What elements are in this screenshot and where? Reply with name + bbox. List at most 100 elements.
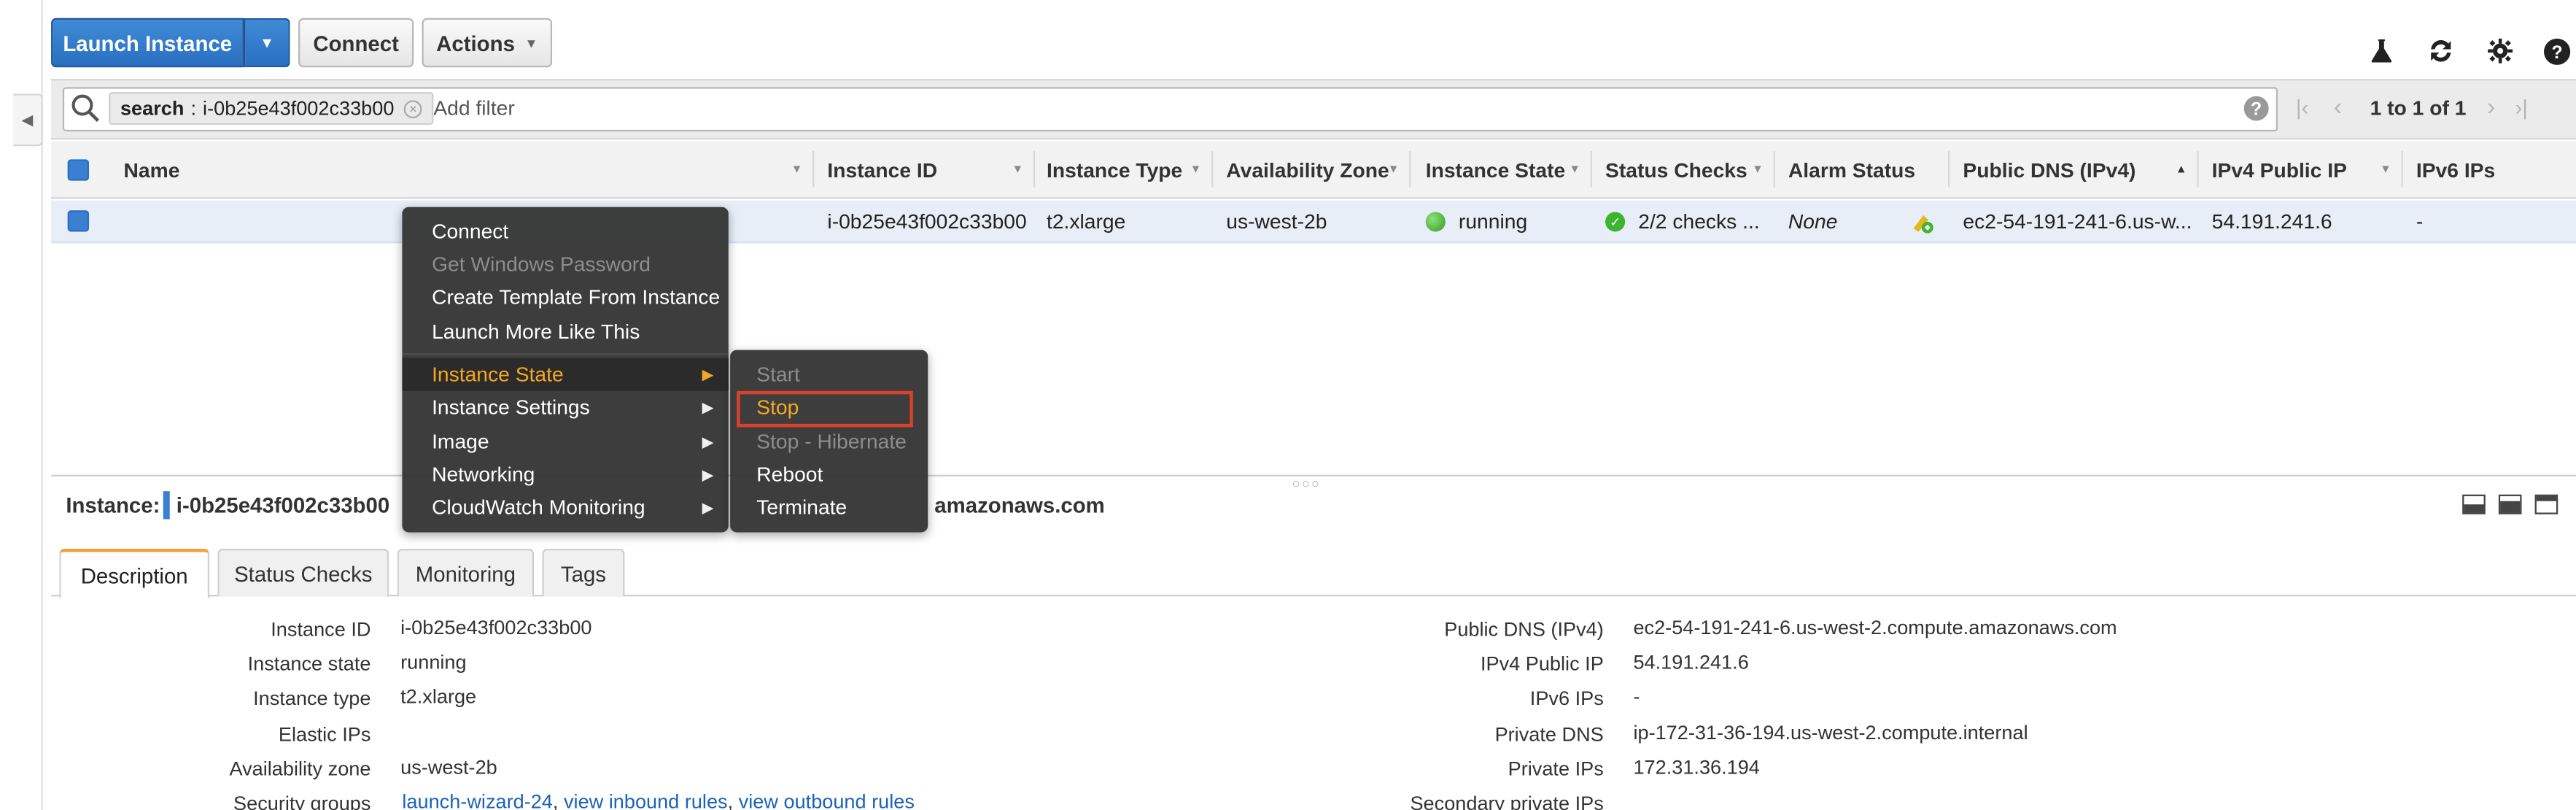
actions-button[interactable]: Actions ▼: [422, 18, 553, 68]
prev-page-icon[interactable]: ‹: [2334, 93, 2342, 121]
menu-item-get-windows-password[interactable]: Get Windows Password: [432, 248, 651, 281]
col-availability-zone[interactable]: Availability Zone: [1226, 142, 1389, 199]
submenu-item-start[interactable]: Start: [756, 358, 800, 391]
field-label: Instance state: [247, 652, 371, 676]
launch-dropdown-button[interactable]: ▼: [244, 18, 290, 68]
cell-status-checks: 2/2 checks ...: [1638, 210, 1760, 234]
cell-availability-zone: us-west-2b: [1226, 210, 1327, 234]
token-separator: :: [190, 96, 197, 120]
field-value: t2.xlarge: [400, 684, 477, 709]
cell-alarm-status: None: [1788, 210, 1838, 234]
add-filter-input[interactable]: Add filter: [433, 97, 515, 120]
col-name[interactable]: Name: [123, 142, 179, 199]
refresh-icon[interactable]: [2424, 34, 2457, 67]
col-ipv6-ips[interactable]: IPv6 IPs: [2416, 142, 2495, 199]
field-label: Private IPs: [1508, 757, 1604, 781]
sort-asc-icon: ▲: [2175, 164, 2187, 176]
field-value: ec2-54-191-241-6.us-west-2.compute.amazo…: [1633, 616, 2117, 639]
drag-handle-icon[interactable]: ○○○: [1292, 477, 1322, 491]
tab-status-checks[interactable]: Status Checks: [217, 549, 389, 597]
cell-ipv6-ips: -: [2416, 210, 2424, 234]
instance-id-title: i-0b25e43f002c33b00: [176, 493, 390, 518]
field-value: running: [400, 650, 467, 674]
help-icon[interactable]: ?: [2540, 34, 2572, 67]
menu-item-create-template[interactable]: Create Template From Instance: [432, 281, 720, 314]
cell-public-dns: ec2-54-191-241-6.us-w...: [1963, 210, 2192, 234]
col-alarm-status[interactable]: Alarm Status: [1788, 142, 1915, 199]
layout-bottom-icon[interactable]: [2462, 494, 2486, 514]
sort-icon: ▼: [1569, 164, 1581, 176]
menu-item-cloudwatch-monitoring[interactable]: CloudWatch Monitoring: [432, 491, 645, 524]
security-group-link[interactable]: launch-wizard-24: [402, 790, 553, 810]
submenu-item-terminate[interactable]: Terminate: [756, 491, 847, 524]
submenu-arrow-icon: ▶: [702, 499, 714, 516]
submenu-arrow-icon: ▶: [702, 399, 714, 416]
first-page-icon[interactable]: |‹: [2296, 96, 2308, 120]
col-ipv4-public-ip[interactable]: IPv4 Public IP: [2212, 142, 2347, 199]
submenu-arrow-icon: ▶: [702, 433, 714, 450]
token-value: i-0b25e43f002c33b00: [203, 96, 395, 120]
field-label: Secondary private IPs: [1410, 792, 1604, 810]
sort-icon: ▼: [2380, 164, 2391, 176]
submenu-arrow-icon: ▶: [702, 366, 714, 383]
collapse-nav-button[interactable]: ◀: [13, 93, 43, 147]
tab-tags[interactable]: Tags: [542, 549, 625, 597]
cell-ipv4-public-ip: 54.191.241.6: [2211, 210, 2332, 234]
instance-title-suffix: amazonaws.com: [934, 493, 1105, 518]
menu-item-networking[interactable]: Networking: [432, 458, 535, 491]
last-page-icon[interactable]: ›|: [2515, 96, 2527, 120]
layout-half-icon[interactable]: [2498, 494, 2522, 514]
running-status-icon: [1425, 212, 1446, 232]
sort-icon: ▼: [1387, 164, 1400, 176]
col-instance-id[interactable]: Instance ID: [827, 142, 937, 199]
field-value: ip-172-31-36-194.us-west-2.compute.inter…: [1633, 721, 2028, 744]
col-instance-state[interactable]: Instance State: [1426, 142, 1566, 199]
stop-highlight-box: [737, 390, 913, 428]
token-key: search: [120, 96, 185, 120]
launch-instance-button[interactable]: Launch Instance: [51, 18, 244, 68]
filter-help-icon[interactable]: ?: [2243, 96, 2270, 122]
pagination-text: 1 to 1 of 1: [2370, 96, 2467, 120]
field-label: Security groups: [233, 792, 371, 810]
search-filter-token[interactable]: search: i-0b25e43f002c33b00 ×: [109, 92, 434, 126]
tab-description[interactable]: Description: [59, 549, 209, 598]
connect-button[interactable]: Connect: [298, 18, 414, 68]
menu-item-launch-more[interactable]: Launch More Like This: [432, 315, 640, 348]
menu-item-connect[interactable]: Connect: [432, 215, 508, 248]
field-value: -: [1633, 684, 1640, 709]
col-instance-type[interactable]: Instance Type: [1047, 142, 1182, 199]
flask-icon[interactable]: [2365, 34, 2398, 67]
svg-text:?: ?: [2550, 42, 2561, 62]
instance-label: Instance:: [66, 493, 160, 518]
select-all-checkbox[interactable]: [67, 159, 90, 181]
col-divider: [2401, 151, 2403, 188]
col-public-dns[interactable]: Public DNS (IPv4): [1963, 142, 2135, 199]
next-page-icon[interactable]: ›: [2487, 93, 2495, 121]
submenu-item-reboot[interactable]: Reboot: [756, 458, 823, 491]
remove-token-icon[interactable]: ×: [404, 99, 422, 117]
security-groups-links: launch-wizard-24, view inbound rules, vi…: [402, 790, 915, 810]
field-label: IPv4 Public IP: [1480, 652, 1604, 676]
cell-instance-state: running: [1458, 210, 1528, 234]
layout-full-icon[interactable]: [2534, 494, 2558, 514]
inbound-rules-link[interactable]: view inbound rules: [564, 790, 728, 810]
col-status-checks[interactable]: Status Checks: [1605, 142, 1747, 199]
create-alarm-icon[interactable]: [1909, 209, 1935, 235]
col-divider: [812, 151, 815, 188]
gear-icon[interactable]: [2484, 34, 2517, 67]
search-icon: [71, 93, 101, 123]
sort-icon: ▼: [791, 164, 803, 176]
menu-item-instance-settings[interactable]: Instance Settings: [432, 391, 590, 424]
row-checkbox[interactable]: [67, 210, 90, 232]
field-label: Availability zone: [229, 757, 371, 781]
menu-item-instance-state[interactable]: Instance State: [432, 358, 564, 391]
outbound-rules-link[interactable]: view outbound rules: [739, 790, 915, 810]
menu-item-image[interactable]: Image: [432, 425, 489, 458]
submenu-arrow-icon: ▶: [702, 466, 714, 483]
field-label: IPv6 IPs: [1529, 687, 1604, 710]
tab-monitoring[interactable]: Monitoring: [397, 549, 535, 597]
instance-color-marker: [163, 491, 170, 520]
caret-left-icon: ◀: [21, 110, 34, 128]
col-divider: [1773, 151, 1775, 188]
submenu-item-stop-hibernate[interactable]: Stop - Hibernate: [756, 425, 907, 458]
